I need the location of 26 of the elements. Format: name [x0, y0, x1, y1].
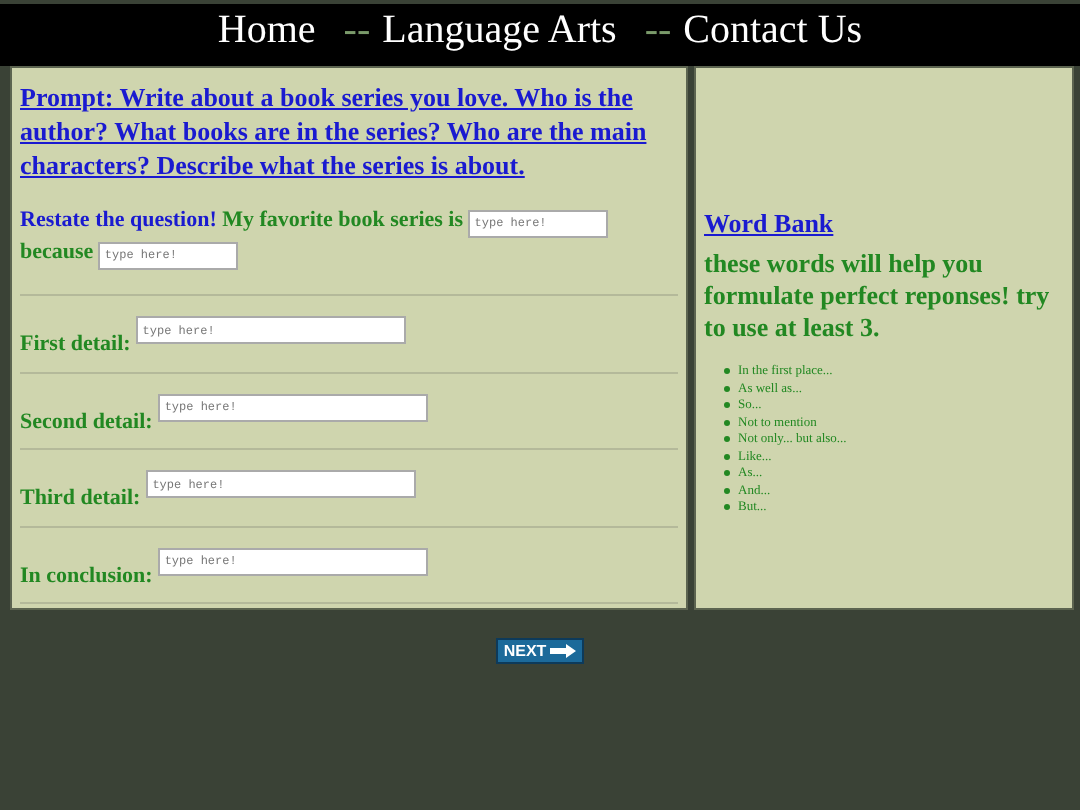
nav-link[interactable]: Language Arts [382, 8, 617, 52]
restate-label: Restate the question! [20, 208, 217, 232]
detail-label: First detail: [20, 330, 131, 360]
bullet-icon [724, 504, 730, 511]
bullet-icon [724, 385, 730, 392]
bullet-icon [724, 402, 730, 409]
word-bank-link[interactable]: Word Bank [704, 208, 834, 238]
arrow-icon [550, 644, 577, 658]
prompt-link[interactable]: Prompt: Write about a book series you love. Who is the author? What books are in the series? Who are the main characters? Describe what the series is about. [20, 80, 678, 182]
bullet-icon [724, 453, 730, 460]
bullet-icon [724, 487, 730, 494]
sentence-text: My favorite book series is [222, 208, 464, 232]
nav-link[interactable]: Contact Us [683, 8, 863, 52]
next-button[interactable]: NEXT [495, 638, 585, 664]
detail-label: Second detail: [20, 407, 153, 437]
bullet-icon [724, 470, 730, 477]
separator-text: -- [644, 8, 672, 52]
bullet-icon [724, 419, 730, 426]
instruction-text: these words will help you formulate perfect reponses! try to use at least 3. [704, 248, 1052, 344]
bullet-icon [724, 368, 730, 375]
detail-label: Third detail: [20, 484, 141, 514]
detail-label: In conclusion: [20, 561, 153, 591]
nav-link[interactable]: Home [217, 8, 316, 52]
separator-text: -- [343, 8, 371, 52]
bullet-icon [724, 436, 730, 443]
sentence-text: because [20, 240, 94, 264]
